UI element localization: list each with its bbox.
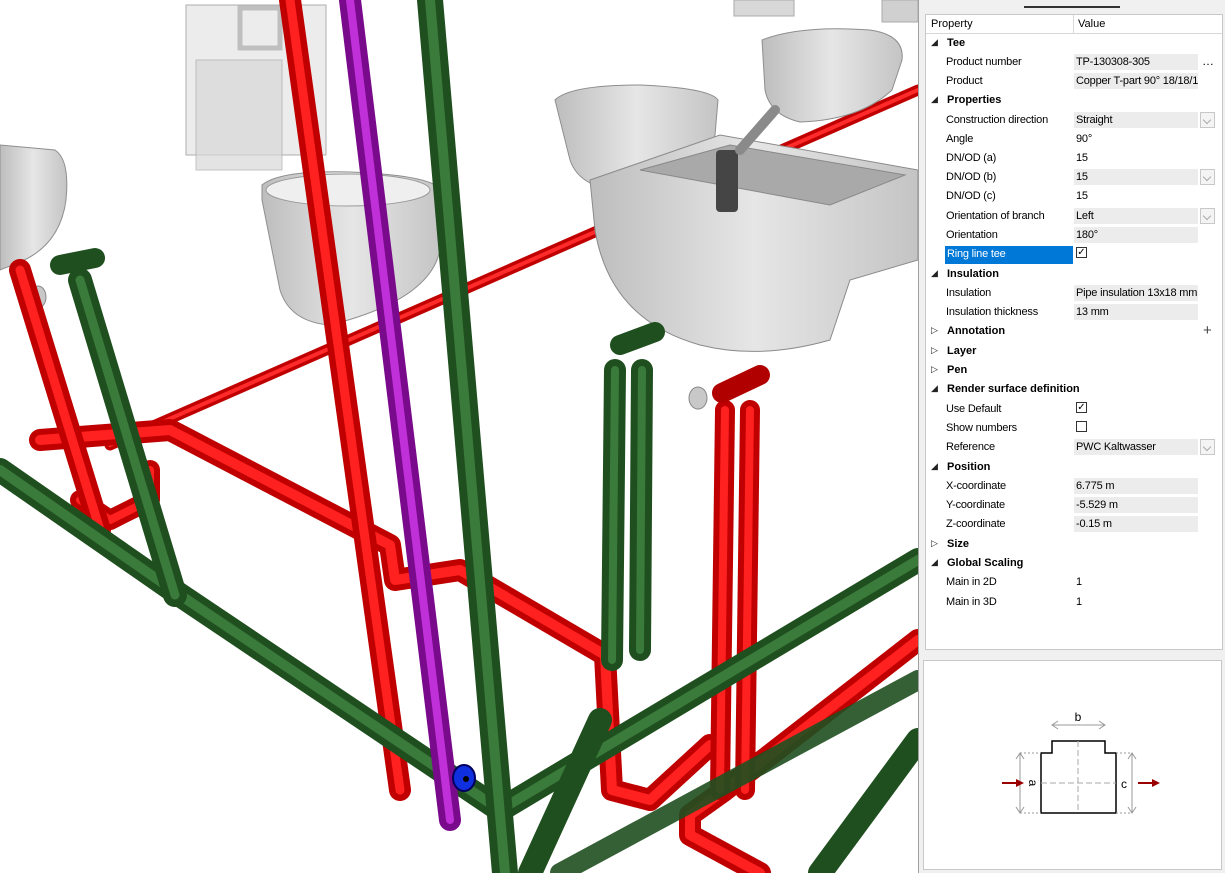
- category-position[interactable]: ◢ Position: [926, 458, 1222, 477]
- tee-schematic: b a c: [1002, 710, 1160, 814]
- properties-panel: Property Value ◢ Tee Product number TP-1…: [918, 0, 1225, 873]
- collapse-triangle-icon[interactable]: ◢: [931, 461, 938, 472]
- row-y-coordinate[interactable]: Y-coordinate -5.529 m: [926, 496, 1222, 515]
- collapse-triangle-icon[interactable]: ◢: [931, 94, 938, 105]
- plus-icon[interactable]: +: [1203, 322, 1212, 339]
- category-layer[interactable]: ▷ Layer: [926, 342, 1222, 361]
- row-main-in-3d[interactable]: Main in 3D 1: [926, 593, 1222, 612]
- 3d-scene[interactable]: [0, 0, 918, 873]
- row-product[interactable]: Product Copper T-part 90° 18/18/18: [926, 72, 1222, 91]
- selected-tee[interactable]: [452, 764, 476, 792]
- cistern-right: [733, 0, 918, 23]
- checkmark-icon: ✓: [1077, 402, 1086, 413]
- ellipsis-icon[interactable]: …: [1202, 54, 1214, 68]
- collapse-triangle-icon[interactable]: ◢: [931, 37, 938, 48]
- row-angle[interactable]: Angle 90°: [926, 130, 1222, 149]
- dimension-lines: [1015, 720, 1137, 814]
- column-header-property[interactable]: Property: [931, 18, 973, 30]
- collapse-triangle-icon[interactable]: ◢: [931, 383, 938, 394]
- row-product-number[interactable]: Product number TP-130308-305 …: [926, 53, 1222, 72]
- toilet-left: [261, 171, 443, 326]
- category-properties[interactable]: ◢ Properties: [926, 91, 1222, 110]
- show-numbers-checkbox[interactable]: [1076, 421, 1087, 432]
- ring-line-tee-checkbox[interactable]: ✓: [1076, 247, 1087, 258]
- category-global-scaling[interactable]: ◢ Global Scaling: [926, 554, 1222, 573]
- row-show-numbers[interactable]: Show numbers: [926, 419, 1222, 438]
- row-orientation-of-branch[interactable]: Orientation of branch Left: [926, 207, 1222, 226]
- row-dn-c[interactable]: DN/OD (c) 15: [926, 187, 1222, 206]
- 3d-viewport[interactable]: [0, 0, 918, 873]
- category-render-surface[interactable]: ◢ Render surface definition: [926, 380, 1222, 399]
- row-use-default[interactable]: Use Default ✓: [926, 400, 1222, 419]
- chevron-down-icon[interactable]: [1200, 169, 1215, 185]
- row-main-in-2d[interactable]: Main in 2D 1: [926, 573, 1222, 592]
- chevron-down-icon[interactable]: [1200, 208, 1215, 224]
- category-annotation[interactable]: ▷ Annotation +: [926, 322, 1222, 341]
- row-insulation-thickness[interactable]: Insulation thickness 13 mm: [926, 303, 1222, 322]
- dimension-label-a: a: [1026, 780, 1040, 787]
- category-pen[interactable]: ▷ Pen: [926, 361, 1222, 380]
- expand-triangle-icon[interactable]: ▷: [931, 345, 938, 356]
- chevron-down-icon[interactable]: [1200, 112, 1215, 128]
- toilet-far-left: [0, 144, 68, 271]
- dimension-label-b: b: [1075, 710, 1082, 724]
- collapse-triangle-icon[interactable]: ◢: [931, 268, 938, 279]
- tee-preview: b a c: [923, 660, 1222, 870]
- row-z-coordinate[interactable]: Z-coordinate -0.15 m: [926, 515, 1222, 534]
- flow-arrow-in: [1002, 779, 1024, 787]
- property-grid[interactable]: Property Value ◢ Tee Product number TP-1…: [925, 14, 1223, 650]
- expand-triangle-icon[interactable]: ▷: [931, 364, 938, 375]
- row-construction-direction[interactable]: Construction direction Straight: [926, 111, 1222, 130]
- dimension-label-c: c: [1121, 777, 1127, 791]
- flow-arrow-out: [1138, 779, 1160, 787]
- row-reference[interactable]: Reference PWC Kaltwasser: [926, 438, 1222, 457]
- category-size[interactable]: ▷ Size: [926, 535, 1222, 554]
- row-insulation[interactable]: Insulation Pipe insulation 13x18 mm gra.…: [926, 284, 1222, 303]
- column-header-value[interactable]: Value: [1078, 18, 1105, 30]
- use-default-checkbox[interactable]: ✓: [1076, 402, 1087, 413]
- expand-triangle-icon[interactable]: ▷: [931, 538, 938, 549]
- wall-rosette: [688, 386, 708, 410]
- category-tee[interactable]: ◢ Tee: [926, 34, 1222, 53]
- expand-triangle-icon[interactable]: ▷: [931, 325, 938, 336]
- row-dn-a[interactable]: DN/OD (a) 15: [926, 149, 1222, 168]
- collapse-triangle-icon[interactable]: ◢: [931, 557, 938, 568]
- chevron-down-icon[interactable]: [1200, 439, 1215, 455]
- panel-tab-indicator[interactable]: [1024, 0, 1120, 8]
- row-dn-b[interactable]: DN/OD (b) 15: [926, 168, 1222, 187]
- row-x-coordinate[interactable]: X-coordinate 6.775 m: [926, 477, 1222, 496]
- category-insulation[interactable]: ◢ Insulation: [926, 265, 1222, 284]
- grid-header: Property Value: [926, 15, 1222, 34]
- row-ring-line-tee[interactable]: Ring line tee ✓: [926, 245, 1222, 264]
- checkmark-icon: ✓: [1077, 247, 1086, 258]
- row-orientation[interactable]: Orientation 180°: [926, 226, 1222, 245]
